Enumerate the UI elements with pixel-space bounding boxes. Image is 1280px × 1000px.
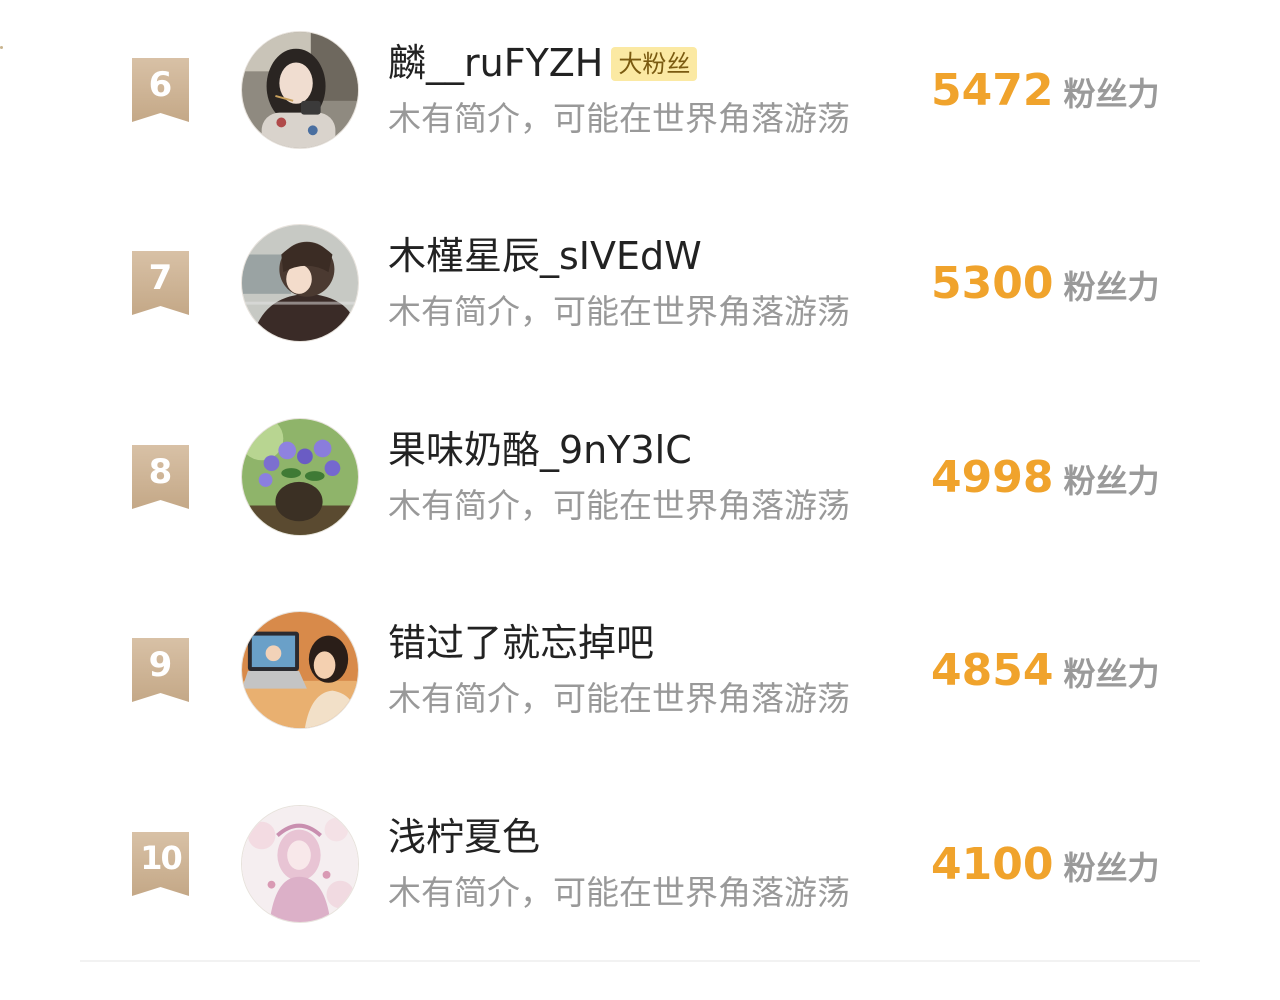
fan-score: 4100 粉丝力 (931, 843, 1159, 887)
fan-score-value: 4998 (931, 452, 1054, 503)
user-name[interactable]: 木槿星辰_sIVEdW (388, 235, 702, 278)
fan-score-unit: 粉丝力 (1063, 75, 1160, 113)
ranking-row[interactable]: 9 错过了就忘掉吧 木有简介，可能在世界角落游荡 4854 粉丝力 (0, 611, 1280, 804)
fan-score-unit: 粉丝力 (1063, 655, 1160, 693)
ranking-row[interactable]: 8 果味奶酪_9nY3lC 木有简介，可能在世界角落游荡 4998 粉丝力 (0, 418, 1280, 611)
user-avatar[interactable] (241, 224, 359, 342)
user-name-line: 错过了就忘掉吧 (388, 622, 654, 665)
user-avatar[interactable] (241, 31, 359, 149)
user-name-line: 麟__ruFYZH 大粉丝 (388, 42, 698, 85)
fan-score-unit: 粉丝力 (1063, 268, 1160, 306)
ranking-row[interactable]: 6 麟__ruFYZH 大粉丝 木有简介，可能在世界角落游荡 5472 粉丝力 (0, 31, 1280, 224)
pink-anime-girl-avatar-icon (242, 806, 358, 922)
user-name[interactable]: 麟__ruFYZH (388, 42, 603, 85)
fan-ranking-list: 6 麟__ruFYZH 大粉丝 木有简介，可能在世界角落游荡 5472 粉丝力 … (0, 0, 1280, 1000)
user-bio: 木有简介，可能在世界角落游荡 (388, 292, 850, 331)
big-fan-tag: 大粉丝 (611, 46, 698, 81)
user-avatar[interactable] (241, 418, 359, 536)
rank-badge: 8 (132, 445, 189, 509)
user-name[interactable]: 浅柠夏色 (388, 816, 540, 859)
girl-with-laptop-avatar-icon (242, 612, 358, 728)
rank-badge: 7 (132, 251, 189, 315)
user-bio: 木有简介，可能在世界角落游荡 (388, 99, 850, 138)
fan-ranking-page: 6 麟__ruFYZH 大粉丝 木有简介，可能在世界角落游荡 5472 粉丝力 … (0, 0, 1280, 1000)
list-divider (80, 960, 1200, 962)
fan-score: 5300 粉丝力 (931, 262, 1159, 306)
fan-score-value: 5472 (931, 65, 1054, 116)
fan-score: 5472 粉丝力 (931, 69, 1159, 113)
fan-score-value: 4854 (931, 645, 1054, 696)
user-avatar[interactable] (241, 805, 359, 923)
rank-badge: 6 (132, 58, 189, 122)
user-name[interactable]: 果味奶酪_9nY3lC (388, 429, 692, 472)
user-bio: 木有简介，可能在世界角落游荡 (388, 873, 850, 912)
anime-boy-avatar-icon (242, 225, 358, 341)
user-name[interactable]: 错过了就忘掉吧 (388, 622, 654, 665)
ranking-row[interactable]: 7 木槿星辰_sIVEdW 木有简介，可能在世界角落游荡 5300 粉丝力 (0, 224, 1280, 417)
user-bio: 木有简介，可能在世界角落游荡 (388, 679, 850, 718)
fan-score: 4854 粉丝力 (931, 649, 1159, 693)
user-name-line: 木槿星辰_sIVEdW (388, 235, 702, 278)
fan-score: 4998 粉丝力 (931, 456, 1159, 500)
fan-score-value: 5300 (931, 258, 1054, 309)
user-avatar[interactable] (241, 611, 359, 729)
fan-score-unit: 粉丝力 (1063, 462, 1160, 500)
user-name-line: 浅柠夏色 (388, 816, 540, 859)
girl-eating-noodles-avatar-icon (242, 32, 358, 148)
fan-score-value: 4100 (931, 839, 1054, 890)
user-bio: 木有简介，可能在世界角落游荡 (388, 486, 850, 525)
rank-badge: 10 (132, 832, 189, 896)
violet-flowers-avatar-icon (242, 419, 358, 535)
rank-badge: 9 (132, 638, 189, 702)
fan-score-unit: 粉丝力 (1063, 849, 1160, 887)
user-name-line: 果味奶酪_9nY3lC (388, 429, 692, 472)
ranking-row[interactable]: 10 浅柠夏色 木有简介，可能在世界角落游荡 4100 粉丝力 (0, 805, 1280, 998)
